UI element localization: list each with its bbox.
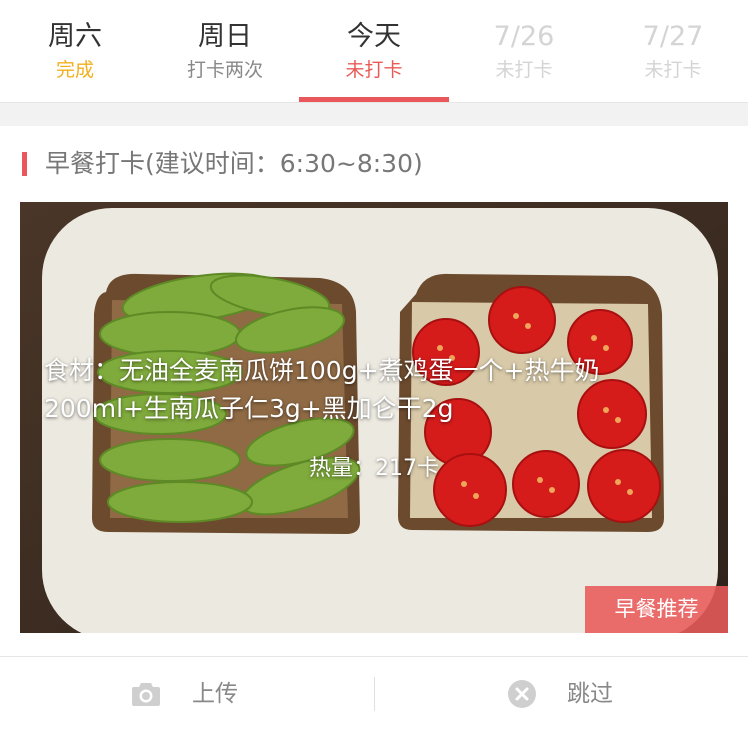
section-title: 早餐打卡(建议时间：6:30~8:30) (45, 149, 423, 178)
tab-today[interactable]: 今天 未打卡 (299, 0, 449, 102)
skip-button[interactable]: 跳过 (375, 657, 748, 731)
close-circle-icon (507, 679, 537, 709)
tab-day-label: 周日 (198, 21, 252, 52)
upload-label: 上传 (192, 681, 238, 707)
tab-status-label: 未打卡 (495, 59, 553, 81)
tab-day-label: 7/26 (493, 21, 555, 52)
tab-day-label: 周六 (48, 21, 102, 52)
tab-day-label: 7/27 (642, 21, 704, 52)
camera-icon (131, 681, 161, 707)
tab-day-label: 今天 (347, 21, 401, 52)
tab-status-label: 未打卡 (644, 59, 702, 81)
tab-sunday[interactable]: 周日 打卡两次 (150, 0, 300, 102)
tab-7-26: 7/26 未打卡 (449, 0, 599, 102)
tab-saturday[interactable]: 周六 完成 (0, 0, 150, 102)
active-tab-indicator (299, 97, 449, 102)
day-tabs: 周六 完成 周日 打卡两次 今天 未打卡 7/26 未打卡 7/27 未打卡 (0, 0, 748, 103)
section-accent-bar (22, 152, 27, 176)
tab-status-label: 完成 (55, 59, 94, 81)
meal-ingredients: 食材：无油全麦南瓜饼100g+煮鸡蛋一个+热牛奶200ml+生南瓜子仁3g+黑加… (44, 356, 600, 423)
tab-7-27: 7/27 未打卡 (598, 0, 748, 102)
meal-photo-card[interactable]: 食材：无油全麦南瓜饼100g+煮鸡蛋一个+热牛奶200ml+生南瓜子仁3g+黑加… (20, 202, 728, 633)
tab-status-label: 未打卡 (345, 59, 403, 81)
tab-status-label: 打卡两次 (186, 59, 263, 81)
skip-label: 跳过 (567, 681, 613, 707)
meal-calories: 热量：217卡 (309, 456, 439, 481)
upload-button[interactable]: 上传 (0, 657, 374, 731)
section-spacer (0, 103, 748, 126)
breakfast-recommend-button[interactable]: 早餐推荐 (585, 586, 728, 633)
